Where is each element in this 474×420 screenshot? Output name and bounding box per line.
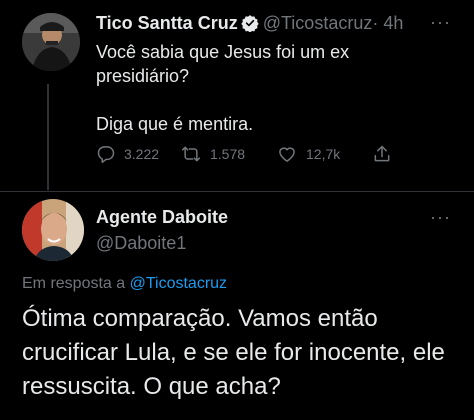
tweet2-author-name[interactable]: Agente Daboite — [96, 207, 228, 228]
reply-context: Em resposta a @Ticostacruz — [22, 275, 227, 293]
like-count: 12,7k — [306, 146, 341, 162]
tweet1-text: Você sabia que Jesus foi um ex presidiár… — [96, 40, 436, 136]
tweet2-author-handle[interactable]: @Daboite1 — [96, 233, 186, 254]
tweet1-action-bar: 3.222 1.578 12,7k — [96, 144, 400, 164]
thread-connector-line — [47, 84, 49, 190]
like-button[interactable]: 12,7k — [276, 144, 372, 164]
like-icon — [279, 147, 295, 162]
reply-mention-link[interactable]: @Ticostacruz — [130, 275, 227, 292]
tweet1-header: Tico Santta Cruz @Ticostacruz· 4h — [96, 13, 403, 37]
tweet1-more-menu-icon[interactable]: ··· — [430, 12, 451, 33]
tweet1-author-handle[interactable]: @Ticostacruz — [263, 13, 373, 33]
divider — [0, 191, 474, 192]
verified-badge-icon — [241, 14, 259, 37]
reply-button[interactable]: 3.222 — [96, 144, 180, 164]
tweet1-author-name[interactable]: Tico Santta Cruz — [96, 13, 238, 33]
tweet2-more-menu-icon[interactable]: ··· — [430, 207, 451, 228]
tweet2-avatar[interactable] — [22, 199, 84, 261]
tweet1-text-line1: Você sabia que Jesus foi um ex presidiár… — [96, 42, 350, 86]
retweet-count: 1.578 — [210, 146, 246, 162]
retweet-icon — [181, 146, 201, 162]
tweet1-timestamp[interactable]: · 4h — [372, 13, 403, 33]
reply-prefix: Em resposta a — [22, 275, 126, 292]
reply-icon — [97, 146, 115, 164]
share-button[interactable] — [372, 144, 400, 164]
reply-count: 3.222 — [124, 146, 160, 162]
tweet2-text: Ótima comparação. Vamos então crucificar… — [22, 305, 445, 400]
share-icon — [374, 145, 390, 162]
retweet-button[interactable]: 1.578 — [180, 144, 276, 164]
tweet1-avatar[interactable] — [22, 13, 80, 71]
tweet1-text-line2: Diga que é mentira. — [96, 114, 254, 134]
